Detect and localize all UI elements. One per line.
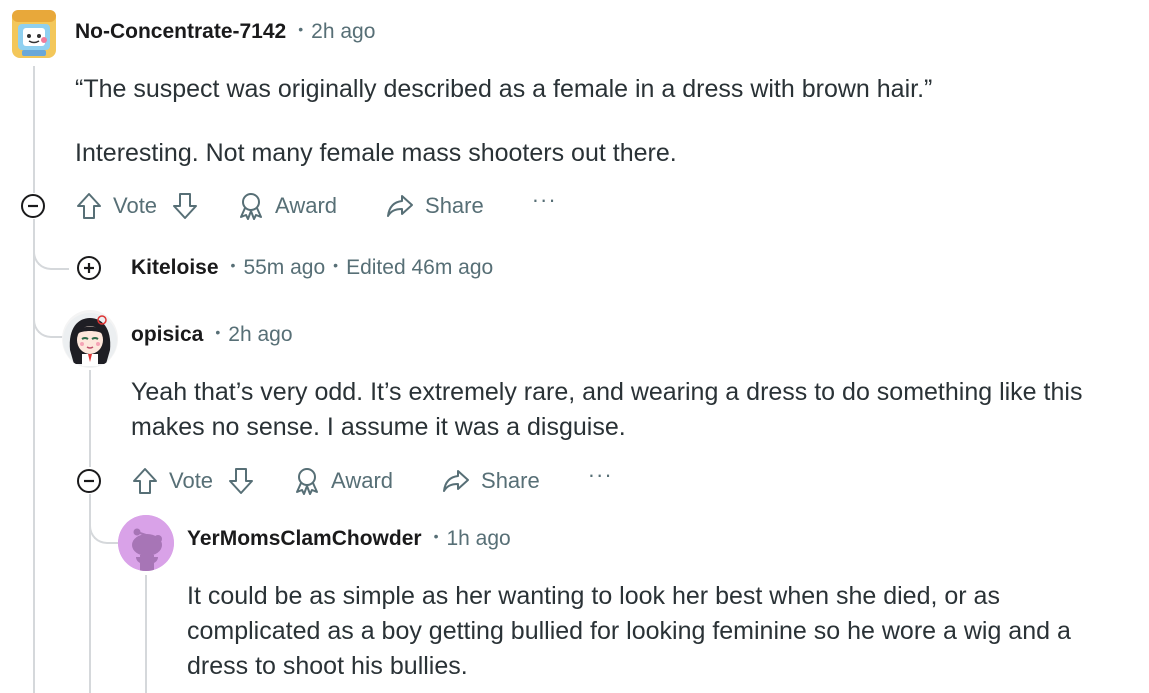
thread-elbow-kiteloise [33, 236, 69, 270]
separator-dot: • [333, 257, 339, 273]
timestamp[interactable]: 55m ago [243, 256, 325, 280]
thread-line-yermoms[interactable] [145, 575, 147, 693]
share-icon [443, 470, 470, 492]
more-options-button[interactable]: ··· [532, 187, 557, 213]
robot-box-avatar-icon [12, 10, 56, 58]
award-icon [296, 468, 319, 495]
comment-actions: Vote Award Share ··· [131, 461, 613, 501]
arrow-down-icon [229, 468, 254, 494]
comment-header: No-Concentrate-7142 • 2h ago [75, 18, 375, 46]
comment-header: YerMomsClamChowder • 1h ago [187, 525, 511, 553]
comment-paragraph: It could be as simple as her wanting to … [187, 582, 1071, 680]
comment-header: opisica • 2h ago [131, 321, 293, 349]
expand-thread-button[interactable] [76, 255, 102, 281]
arrow-up-icon [77, 193, 101, 219]
downvote-button[interactable] [227, 466, 255, 496]
share-button[interactable]: Share [385, 191, 484, 221]
username[interactable]: YerMomsClamChowder [187, 527, 422, 551]
more-options-button[interactable]: ··· [588, 462, 613, 488]
avatar-no-concentrate[interactable] [8, 6, 60, 62]
thread-elbow-opisica [33, 302, 63, 338]
plus-circle-icon [77, 256, 101, 280]
avatar-opisica[interactable] [62, 310, 118, 368]
share-label: Share [481, 468, 540, 493]
timestamp[interactable]: 1h ago [446, 527, 510, 551]
separator-dot: • [298, 21, 304, 37]
edited-label: Edited 46m ago [346, 256, 494, 279]
thread-elbow-yermoms [89, 506, 119, 544]
arrow-down-icon [173, 193, 198, 219]
anime-girl-avatar-icon [63, 313, 117, 367]
separator-dot: • [230, 257, 236, 273]
username[interactable]: No-Concentrate-7142 [75, 20, 286, 44]
snoo-avatar-icon [118, 515, 174, 571]
share-button[interactable]: Share [441, 466, 540, 496]
avatar-yermomsclamchowder[interactable] [118, 515, 174, 571]
collapse-thread-button[interactable] [20, 193, 46, 219]
comment-paragraph: Yeah that’s very odd. It’s extremely rar… [131, 378, 1083, 441]
thread-line-root[interactable] [33, 66, 35, 196]
award-label: Award [275, 193, 338, 218]
minus-circle-icon [77, 469, 101, 493]
collapse-thread-button[interactable] [76, 468, 102, 494]
separator-dot: • [433, 528, 439, 544]
share-label: Share [425, 193, 484, 218]
vote-label: Vote [169, 468, 214, 493]
username[interactable]: opisica [131, 323, 203, 347]
thread-line-root-lower[interactable] [33, 218, 35, 693]
vote-label: Vote [113, 193, 158, 218]
comment-paragraph: Interesting. Not many female mass shoote… [75, 139, 677, 167]
thread-line-opisica[interactable] [89, 370, 91, 467]
award-label: Award [331, 468, 394, 493]
comment-actions: Vote Award Share ··· [75, 186, 557, 226]
timestamp[interactable]: 2h ago [228, 323, 292, 347]
upvote-button[interactable]: Vote [75, 191, 157, 221]
upvote-button[interactable]: Vote [131, 466, 213, 496]
award-button[interactable]: Award [237, 191, 337, 221]
share-icon [387, 195, 414, 217]
separator-dot: • [215, 324, 221, 340]
comment-header-collapsed: Kiteloise • 55m ago • Edited 46m ago [131, 254, 493, 282]
username[interactable]: Kiteloise [131, 256, 219, 280]
arrow-up-icon [133, 468, 157, 494]
award-button[interactable]: Award [293, 466, 393, 496]
award-icon [240, 193, 263, 220]
timestamp[interactable]: 2h ago [311, 20, 375, 44]
comment-paragraph: “The suspect was originally described as… [75, 75, 933, 103]
minus-circle-icon [21, 194, 45, 218]
downvote-button[interactable] [171, 191, 199, 221]
